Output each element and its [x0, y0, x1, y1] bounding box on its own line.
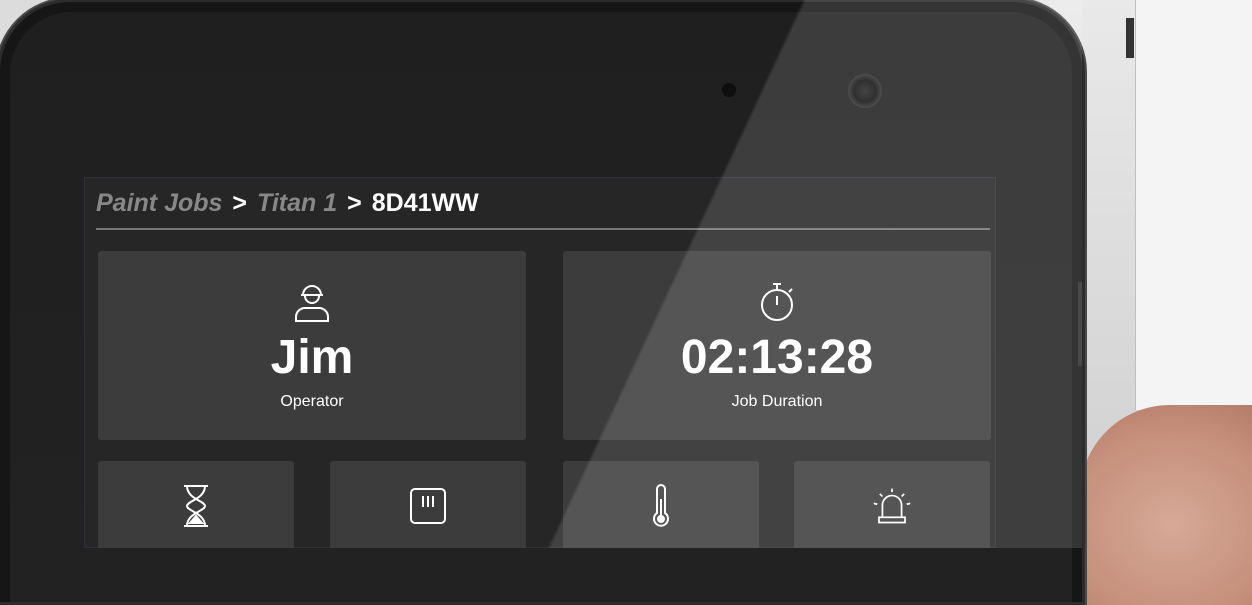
breadcrumb-separator: >	[347, 189, 362, 217]
stopwatch-icon	[761, 283, 793, 321]
background-strip	[1126, 18, 1134, 58]
job-duration-value: 02:13:28	[680, 331, 874, 384]
temperature-tile[interactable]	[563, 461, 759, 548]
breadcrumb-paint-jobs[interactable]: Paint Jobs	[96, 189, 222, 217]
hourglass-icon	[184, 485, 208, 527]
operator-label: Operator	[280, 393, 344, 410]
hourglass-tile[interactable]	[98, 461, 294, 548]
thermometer-icon	[653, 484, 669, 527]
alarm-tile[interactable]	[794, 461, 990, 548]
breadcrumb-titan-1[interactable]: Titan 1	[257, 189, 337, 217]
breadcrumb: Paint Jobs > Titan 1 >8D41WW	[96, 187, 479, 219]
breadcrumb-current-job: 8D41WW	[371, 189, 479, 217]
paint-can-icon	[410, 488, 446, 524]
app-screen: Paint Jobs > Titan 1 >8D41WW Jim Operator 0…	[84, 177, 996, 548]
operator-tile[interactable]: Jim Operator	[98, 251, 526, 440]
front-sensor	[722, 83, 736, 97]
job-duration-label: Job Duration	[731, 393, 823, 410]
front-camera	[848, 74, 882, 108]
breadcrumb-separator: >	[232, 189, 248, 217]
operator-value: Jim	[270, 331, 354, 384]
header-divider	[96, 228, 990, 230]
paint-can-tile[interactable]	[330, 461, 526, 548]
worker-helmet-icon	[295, 285, 329, 322]
holding-hand	[1080, 405, 1252, 605]
alarm-siren-icon	[873, 488, 911, 524]
background-panel	[1135, 0, 1252, 410]
job-duration-tile[interactable]: 02:13:28 Job Duration	[563, 251, 991, 440]
side-button	[1078, 282, 1084, 366]
